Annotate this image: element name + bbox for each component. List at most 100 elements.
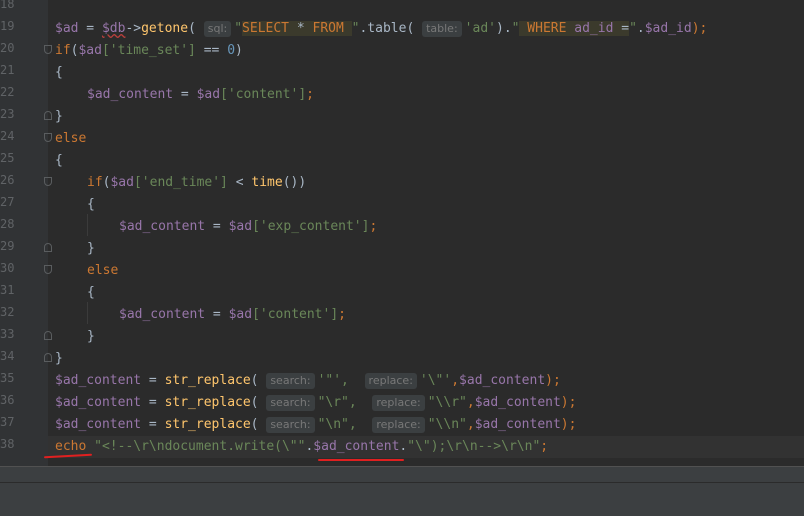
code-token: =: [613, 21, 630, 36]
fold-toggle-icon[interactable]: [44, 45, 52, 54]
line-number: 29: [0, 239, 15, 253]
fold-toggle-icon[interactable]: [44, 243, 52, 252]
line-number: 34: [0, 349, 15, 363]
code-token: str_replace: [164, 373, 251, 388]
code-token: $ad: [228, 219, 253, 234]
indent-guide: [87, 302, 88, 324]
code-token: $ad_content: [87, 87, 174, 102]
code-line[interactable]: $ad = $db->getone( sql: "SELECT * FROM ".…: [55, 18, 707, 40]
code-token: 0: [227, 43, 236, 58]
code-line[interactable]: {: [55, 62, 63, 84]
code-line[interactable]: echo "<!--\r\ndocument.write(\"".$ad_con…: [55, 436, 548, 458]
line-number: 21: [0, 63, 15, 77]
code-token: table: [367, 21, 407, 36]
code-line[interactable]: else: [55, 128, 86, 150]
line-number: 35: [0, 371, 15, 385]
parameter-hint: replace:: [364, 373, 417, 389]
code-token: ;: [369, 219, 378, 234]
code-token: =: [78, 21, 102, 36]
code-token: *: [289, 21, 313, 36]
code-token: ==: [195, 43, 228, 58]
indent-guide: [87, 214, 88, 236]
code-token: $ad_id: [644, 21, 692, 36]
code-token: "\n",: [317, 417, 357, 432]
code-token: }: [87, 241, 95, 256]
code-token: if: [87, 175, 103, 190]
code-token: $ad_content: [119, 219, 206, 234]
code-token: "\\n": [427, 417, 467, 432]
code-token: ;: [306, 87, 314, 102]
code-token: $ad_content: [474, 395, 561, 410]
line-number: 27: [0, 195, 15, 209]
code-token: ): [495, 21, 504, 36]
fold-toggle-icon[interactable]: [44, 133, 52, 142]
code-line[interactable]: $ad_content = str_replace( search: '"', r…: [55, 370, 561, 392]
line-number: 36: [0, 393, 15, 407]
parameter-hint: replace:: [372, 395, 425, 411]
code-line[interactable]: $ad_content = str_replace( search: "\n", …: [55, 414, 576, 436]
parameter-hint: search:: [266, 417, 315, 433]
code-line[interactable]: }: [87, 326, 95, 348]
code-line[interactable]: {: [87, 194, 95, 216]
code-token: (: [250, 417, 259, 432]
code-line[interactable]: $ad_content = $ad['content'];: [87, 84, 314, 106]
fold-toggle-icon[interactable]: [44, 111, 52, 120]
code-line[interactable]: }: [55, 106, 63, 128]
line-number: 26: [0, 173, 15, 187]
code-token: ": [234, 21, 243, 36]
code-token: =: [141, 373, 165, 388]
code-token: ['content']: [252, 307, 339, 322]
line-number: 37: [0, 415, 15, 429]
code-line[interactable]: {: [55, 150, 63, 172]
line-number: 24: [0, 129, 15, 143]
code-line[interactable]: }: [55, 348, 63, 370]
code-token: }: [87, 329, 95, 344]
code-line[interactable]: $ad_content = str_replace( search: "\r", …: [55, 392, 576, 414]
code-line[interactable]: $ad_content = $ad['exp_content'];: [119, 216, 377, 238]
code-token: =: [141, 417, 165, 432]
code-token: "\\r": [427, 395, 467, 410]
fold-toggle-icon[interactable]: [44, 353, 52, 362]
code-token: ;: [338, 307, 346, 322]
code-token: {: [55, 65, 63, 80]
code-token: .: [503, 21, 512, 36]
line-number: 28: [0, 217, 15, 231]
code-token: $ad_content: [459, 373, 546, 388]
code-token: );: [560, 417, 577, 432]
code-line[interactable]: if($ad['time_set'] == 0): [55, 40, 243, 62]
fold-toggle-icon[interactable]: [44, 177, 52, 186]
code-token: <: [227, 175, 252, 190]
fold-toggle-icon[interactable]: [44, 265, 52, 274]
code-token: time: [251, 175, 283, 190]
code-token: SELECT: [242, 21, 290, 36]
parameter-hint: table:: [422, 21, 462, 37]
code-token: $ad: [55, 21, 79, 36]
code-token: $ad_content: [55, 373, 142, 388]
code-token: $ad_content: [474, 417, 561, 432]
code-token: );: [691, 21, 708, 36]
code-token: ->: [125, 21, 142, 36]
fold-toggle-icon[interactable]: [44, 331, 52, 340]
code-token: (: [406, 21, 415, 36]
code-token: echo: [55, 439, 87, 454]
bottom-panel: [0, 466, 804, 516]
code-token: .: [636, 21, 645, 36]
code-line[interactable]: }: [87, 238, 95, 260]
code-token: $ad: [196, 87, 221, 102]
code-token: ,: [466, 417, 475, 432]
code-token: "\r",: [317, 395, 357, 410]
code-line[interactable]: {: [87, 282, 95, 304]
code-token: FROM: [312, 21, 344, 36]
code-line[interactable]: if($ad['end_time'] < time()): [87, 172, 306, 194]
code-line[interactable]: else: [87, 260, 118, 282]
parameter-hint: search:: [266, 395, 315, 411]
code-token: {: [87, 197, 95, 212]
line-number: 25: [0, 151, 15, 165]
code-editor[interactable]: 18 19 20 21 22 23 24 25 26 27 28 29 30 3…: [0, 0, 804, 466]
code-token: $ad: [78, 43, 102, 58]
code-token: else: [87, 263, 119, 278]
code-line[interactable]: $ad_content = $ad['content'];: [119, 304, 346, 326]
code-token: ,: [451, 373, 460, 388]
code-token: "\");\r\n-->\r\n": [407, 439, 541, 454]
